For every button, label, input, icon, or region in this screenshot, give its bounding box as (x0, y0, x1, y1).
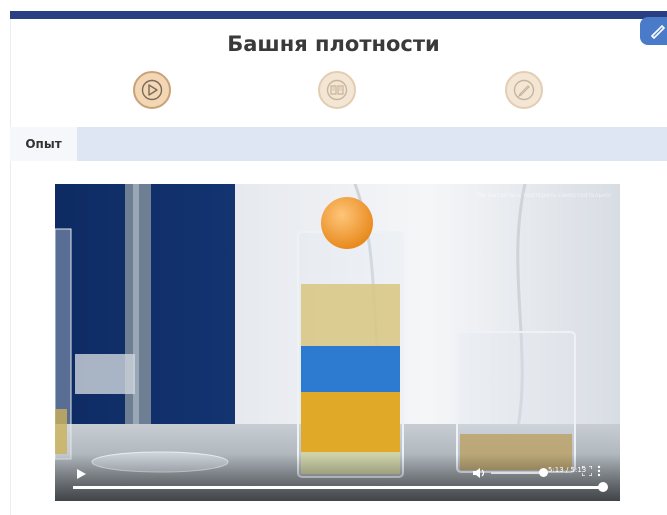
video-controls: 5:13 / 5:13 (55, 460, 620, 501)
tab-experiment[interactable]: Опыт (10, 127, 77, 161)
book-icon (326, 79, 348, 101)
more-options-icon[interactable] (596, 465, 602, 477)
volume-icon[interactable] (472, 466, 486, 480)
volume-slider[interactable] (491, 472, 541, 474)
tab-strip (10, 127, 667, 161)
play-icon (141, 79, 163, 101)
progress-fill (73, 486, 603, 489)
progress-bar[interactable] (73, 486, 603, 489)
top-accent-bar (10, 11, 667, 19)
play-icon[interactable] (75, 468, 87, 480)
video-frame (55, 184, 620, 501)
video-warning-text: Не пытайтесь повторить самостоятельно! (477, 192, 612, 199)
fullscreen-icon[interactable] (582, 466, 592, 476)
mode-button-video[interactable] (133, 71, 171, 109)
progress-handle[interactable] (598, 482, 608, 492)
page-title: Башня плотности (227, 32, 440, 56)
mode-button-quiz[interactable] (505, 71, 543, 109)
pencil-icon (513, 79, 535, 101)
video-player[interactable]: Не пытайтесь повторить самостоятельно! 5… (55, 184, 620, 501)
mode-button-theory[interactable] (318, 71, 356, 109)
content-left-border (10, 19, 11, 515)
time-display: 5:13 / 5:13 (548, 466, 587, 474)
volume-slider-handle[interactable] (539, 468, 548, 477)
